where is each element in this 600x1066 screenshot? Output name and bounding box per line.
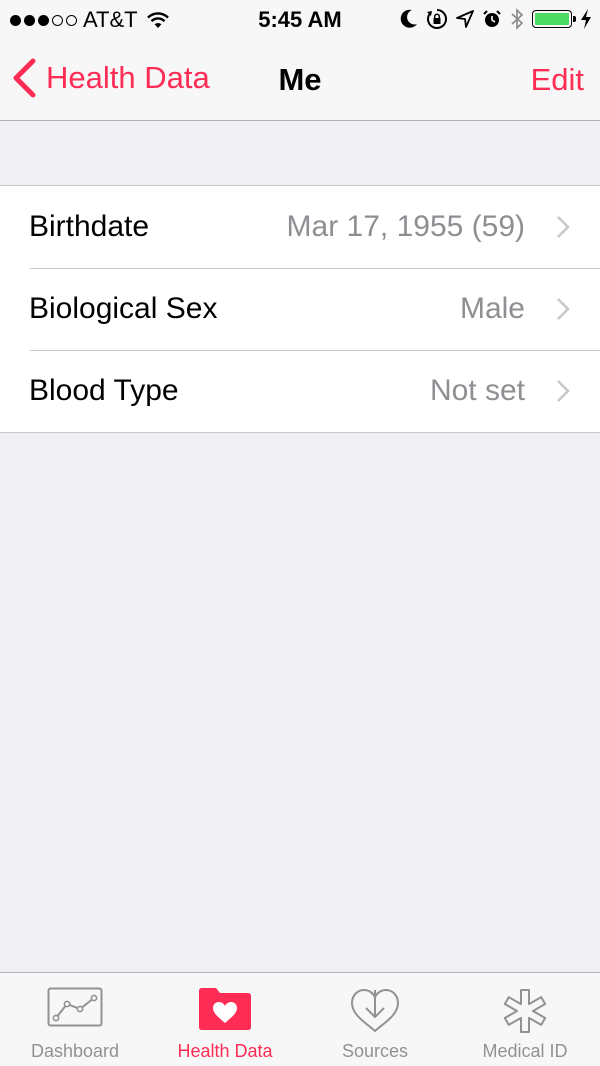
row-birthdate[interactable]: Birthdate Mar 17, 1955 (59) [0, 186, 600, 268]
tab-medical-id[interactable]: Medical ID [450, 973, 600, 1066]
chevron-right-icon [557, 298, 570, 320]
row-label: Biological Sex [29, 292, 218, 325]
tab-health-data[interactable]: Health Data [150, 973, 300, 1066]
alarm-icon [483, 10, 501, 27]
chevron-right-icon [557, 216, 570, 238]
tab-label: Dashboard [30, 1041, 120, 1061]
health-data-folder-icon [199, 988, 251, 1030]
chevron-right-icon [557, 380, 570, 402]
bluetooth-icon [511, 8, 524, 30]
tab-label: Health Data [177, 1041, 273, 1061]
charging-bolt-icon [581, 9, 591, 29]
row-blood-type[interactable]: Blood Type Not set [0, 350, 600, 432]
location-arrow-icon [456, 10, 474, 28]
row-label: Blood Type [29, 374, 179, 407]
row-biological-sex[interactable]: Biological Sex Male [0, 268, 600, 350]
moon-icon [400, 9, 417, 28]
status-bar: AT&T 5:45 AM [0, 0, 600, 40]
tab-label: Sources [341, 1041, 409, 1061]
tab-sources[interactable]: Sources [300, 973, 450, 1066]
edit-button[interactable]: Edit [531, 62, 584, 98]
tab-dashboard[interactable]: Dashboard [0, 973, 150, 1066]
sources-icon [350, 988, 400, 1033]
row-value: Male [459, 292, 525, 325]
battery-fill [535, 13, 569, 25]
tab-label: Medical ID [482, 1041, 568, 1061]
navigation-bar: Health Data Me Edit [0, 40, 600, 121]
row-value: Not set [429, 374, 525, 407]
battery-icon [532, 10, 576, 28]
status-right [400, 8, 592, 30]
row-value: Mar 17, 1955 (59) [286, 210, 525, 243]
rotation-lock-icon [427, 9, 447, 29]
medical-id-icon [503, 989, 547, 1033]
me-details-table: Birthdate Mar 17, 1955 (59) Biological S… [0, 185, 600, 433]
tab-bar: Dashboard Health Data Sources Medical ID [0, 972, 600, 1066]
dashboard-icon [47, 987, 103, 1027]
page-title: Me [278, 62, 322, 97]
row-label: Birthdate [29, 210, 150, 243]
